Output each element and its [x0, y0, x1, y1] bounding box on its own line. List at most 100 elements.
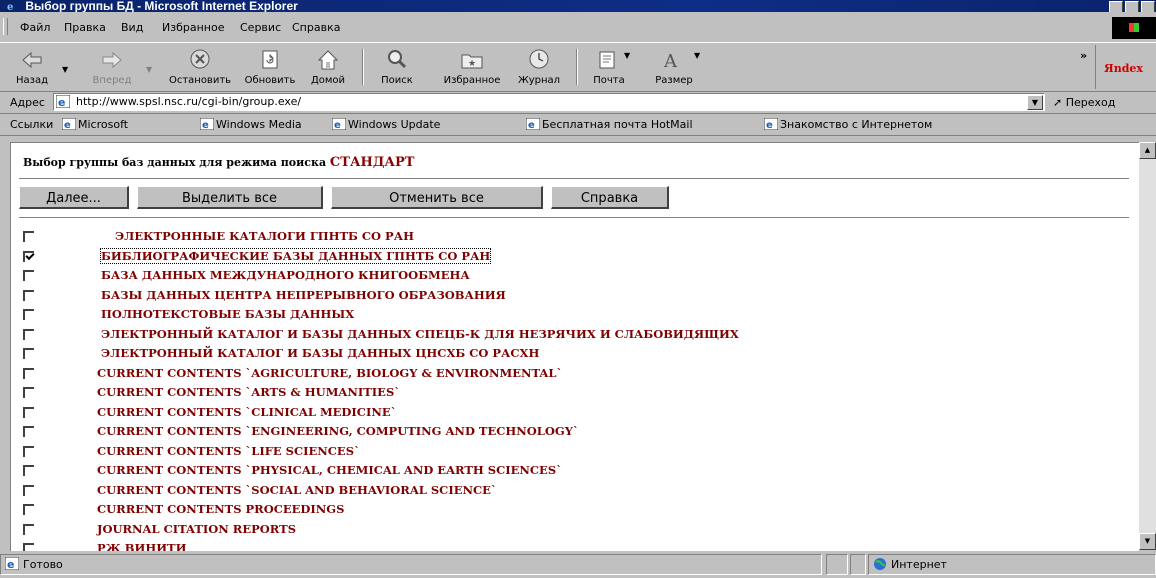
database-checkbox[interactable] — [23, 348, 34, 359]
database-label[interactable]: CURRENT CONTENTS `CLINICAL MEDICINE` — [97, 405, 396, 419]
go-button[interactable]: ➚ Переход — [1053, 96, 1115, 109]
page-icon: e — [62, 118, 76, 130]
deselect-all-button[interactable]: Отменить все — [331, 186, 543, 209]
menu-favorites[interactable]: Избранное — [162, 21, 224, 34]
minimize-button[interactable] — [1109, 1, 1123, 12]
forward-button[interactable]: Вперед — [82, 45, 142, 89]
database-checkbox[interactable] — [23, 328, 34, 340]
forward-dropdown-icon[interactable]: ▼ — [146, 65, 152, 74]
home-icon — [317, 50, 339, 70]
link-internet-intro[interactable]: e Знакомство с Интернетом — [764, 118, 932, 131]
database-checkbox[interactable] — [23, 504, 34, 515]
vertical-scrollbar[interactable]: ▲ ▼ — [1139, 142, 1156, 550]
database-checkbox[interactable] — [23, 250, 34, 262]
toolbar-overflow-icon[interactable]: » — [1080, 49, 1087, 62]
address-bar: Адрес e http://www.spsl.nsc.ru/cgi-bin/g… — [0, 91, 1156, 114]
database-label[interactable]: CURRENT CONTENTS `SOCIAL AND BEHAVIORAL … — [97, 483, 497, 497]
svg-text:e: e — [202, 120, 209, 130]
status-pane — [826, 554, 848, 575]
scroll-down-icon[interactable]: ▼ — [1139, 533, 1156, 550]
zone-pane: Интернет — [868, 554, 1156, 575]
yandex-button[interactable]: Яndex — [1095, 45, 1156, 89]
database-checkbox[interactable] — [23, 367, 34, 379]
database-label[interactable]: ЭЛЕКТРОННЫЙ КАТАЛОГ И БАЗЫ ДАННЫХ ЦНСХБ … — [101, 346, 539, 360]
database-row: БИБЛИОГРАФИЧЕСКИЕ БАЗЫ ДАННЫХ ГПНТБ СО Р… — [23, 247, 1123, 266]
back-arrow-icon — [22, 51, 42, 69]
database-label[interactable]: РЖ ВИНИТИ — [97, 541, 186, 551]
link-windows-media[interactable]: e Windows Media — [200, 118, 302, 131]
database-label[interactable]: БАЗА ДАННЫХ МЕЖДУНАРОДНОГО КНИГООБМЕНА — [101, 268, 470, 282]
database-label[interactable]: CURRENT CONTENTS `ENGINEERING, COMPUTING… — [97, 424, 579, 438]
link-windows-update[interactable]: e Windows Update — [332, 118, 440, 131]
svg-text:e: e — [58, 96, 65, 108]
size-dropdown-icon[interactable]: ▼ — [694, 51, 700, 60]
database-label[interactable]: JOURNAL CITATION REPORTS — [97, 522, 296, 536]
select-all-button[interactable]: Выделить все — [137, 186, 323, 209]
database-label[interactable]: БИБЛИОГРАФИЧЕСКИЕ БАЗЫ ДАННЫХ ГПНТБ СО Р… — [99, 247, 492, 264]
go-arrow-icon: ➚ — [1053, 96, 1066, 109]
status-text: Готово — [23, 558, 63, 571]
stop-button[interactable]: Остановить — [160, 45, 240, 89]
database-label[interactable]: ЭЛЕКТРОННЫЙ КАТАЛОГ И БАЗЫ ДАННЫХ СПЕЦБ-… — [101, 327, 739, 341]
window-title-bar[interactable]: e Выбор группы БД - Microsoft Internet E… — [0, 0, 1156, 12]
database-label[interactable]: CURRENT CONTENTS PROCEEDINGS — [97, 502, 344, 516]
maximize-button[interactable] — [1125, 1, 1139, 12]
database-label[interactable]: CURRENT CONTENTS `PHYSICAL, CHEMICAL AND… — [97, 463, 562, 477]
database-row: РЖ ВИНИТИ — [23, 540, 1123, 551]
back-dropdown-icon[interactable]: ▼ — [62, 65, 68, 74]
scroll-up-icon[interactable]: ▲ — [1139, 142, 1156, 159]
menu-view[interactable]: Вид — [121, 21, 143, 34]
search-mode: СТАНДАРТ — [329, 155, 415, 170]
database-checkbox[interactable] — [23, 523, 34, 535]
history-button[interactable]: Журнал — [510, 45, 568, 89]
menu-tools[interactable]: Сервис — [240, 21, 281, 34]
toolbar-grip[interactable] — [3, 18, 8, 35]
database-checkbox[interactable] — [23, 426, 34, 437]
database-checkbox[interactable] — [23, 406, 34, 418]
close-button[interactable] — [1141, 1, 1155, 12]
svg-text:e: e — [7, 558, 14, 570]
home-button[interactable]: Домой — [304, 45, 352, 89]
search-icon — [388, 50, 407, 69]
status-pane: e Готово — [0, 554, 822, 575]
database-label[interactable]: CURRENT CONTENTS `AGRICULTURE, BIOLOGY &… — [97, 366, 562, 380]
menu-help[interactable]: Справка — [292, 21, 340, 34]
refresh-button[interactable]: Обновить — [240, 45, 300, 89]
database-checkbox[interactable] — [23, 445, 34, 457]
database-checkbox[interactable] — [23, 387, 34, 398]
database-label[interactable]: ПОЛНОТЕКСТОВЫЕ БАЗЫ ДАННЫХ — [101, 307, 354, 321]
address-input[interactable]: e http://www.spsl.nsc.ru/cgi-bin/group.e… — [53, 93, 1045, 111]
link-hotmail[interactable]: e Бесплатная почта HotMail — [526, 118, 693, 131]
page-title: Выбор группы баз данных для режима поиск… — [23, 155, 415, 170]
mail-icon — [599, 51, 615, 69]
database-label[interactable]: БАЗЫ ДАННЫХ ЦЕНТРА НЕПРЕРЫВНОГО ОБРАЗОВА… — [101, 288, 506, 302]
database-checkbox[interactable] — [23, 309, 34, 320]
next-button[interactable]: Далее... — [19, 186, 129, 209]
database-row: CURRENT CONTENTS `AGRICULTURE, BIOLOGY &… — [23, 365, 1123, 383]
database-checkbox[interactable] — [23, 231, 34, 242]
favorites-button[interactable]: ★ Избранное — [436, 45, 508, 89]
database-label[interactable]: CURRENT CONTENTS `LIFE SCIENCES` — [97, 444, 360, 458]
database-checkbox[interactable] — [23, 543, 34, 551]
database-label[interactable]: CURRENT CONTENTS `ARTS & HUMANITIES` — [97, 385, 400, 399]
search-button[interactable]: Поиск — [372, 45, 422, 89]
status-pane — [850, 554, 866, 575]
help-button[interactable]: Справка — [551, 186, 669, 209]
database-label[interactable]: ЭЛЕКТРОННЫЕ КАТАЛОГИ ГПНТБ СО РАН — [115, 229, 414, 243]
database-checkbox[interactable] — [23, 289, 34, 301]
menu-edit[interactable]: Правка — [64, 21, 106, 34]
address-dropdown-icon[interactable]: ▼ — [1027, 95, 1043, 110]
database-row: БАЗЫ ДАННЫХ ЦЕНТРА НЕПРЕРЫВНОГО ОБРАЗОВА… — [23, 287, 1123, 305]
database-checkbox[interactable] — [23, 270, 34, 281]
database-checkbox[interactable] — [23, 484, 34, 496]
zone-text: Интернет — [891, 558, 947, 571]
mail-dropdown-icon[interactable]: ▼ — [624, 51, 630, 60]
svg-text:e: e — [528, 120, 535, 130]
link-microsoft[interactable]: e Microsoft — [62, 118, 128, 131]
svg-text:A: A — [663, 51, 678, 72]
windows-flag-icon — [1112, 17, 1156, 39]
database-row: CURRENT CONTENTS `CLINICAL MEDICINE` — [23, 404, 1123, 422]
back-button[interactable]: Назад — [10, 45, 54, 89]
database-checkbox[interactable] — [23, 465, 34, 476]
menu-file[interactable]: Файл — [20, 21, 50, 34]
